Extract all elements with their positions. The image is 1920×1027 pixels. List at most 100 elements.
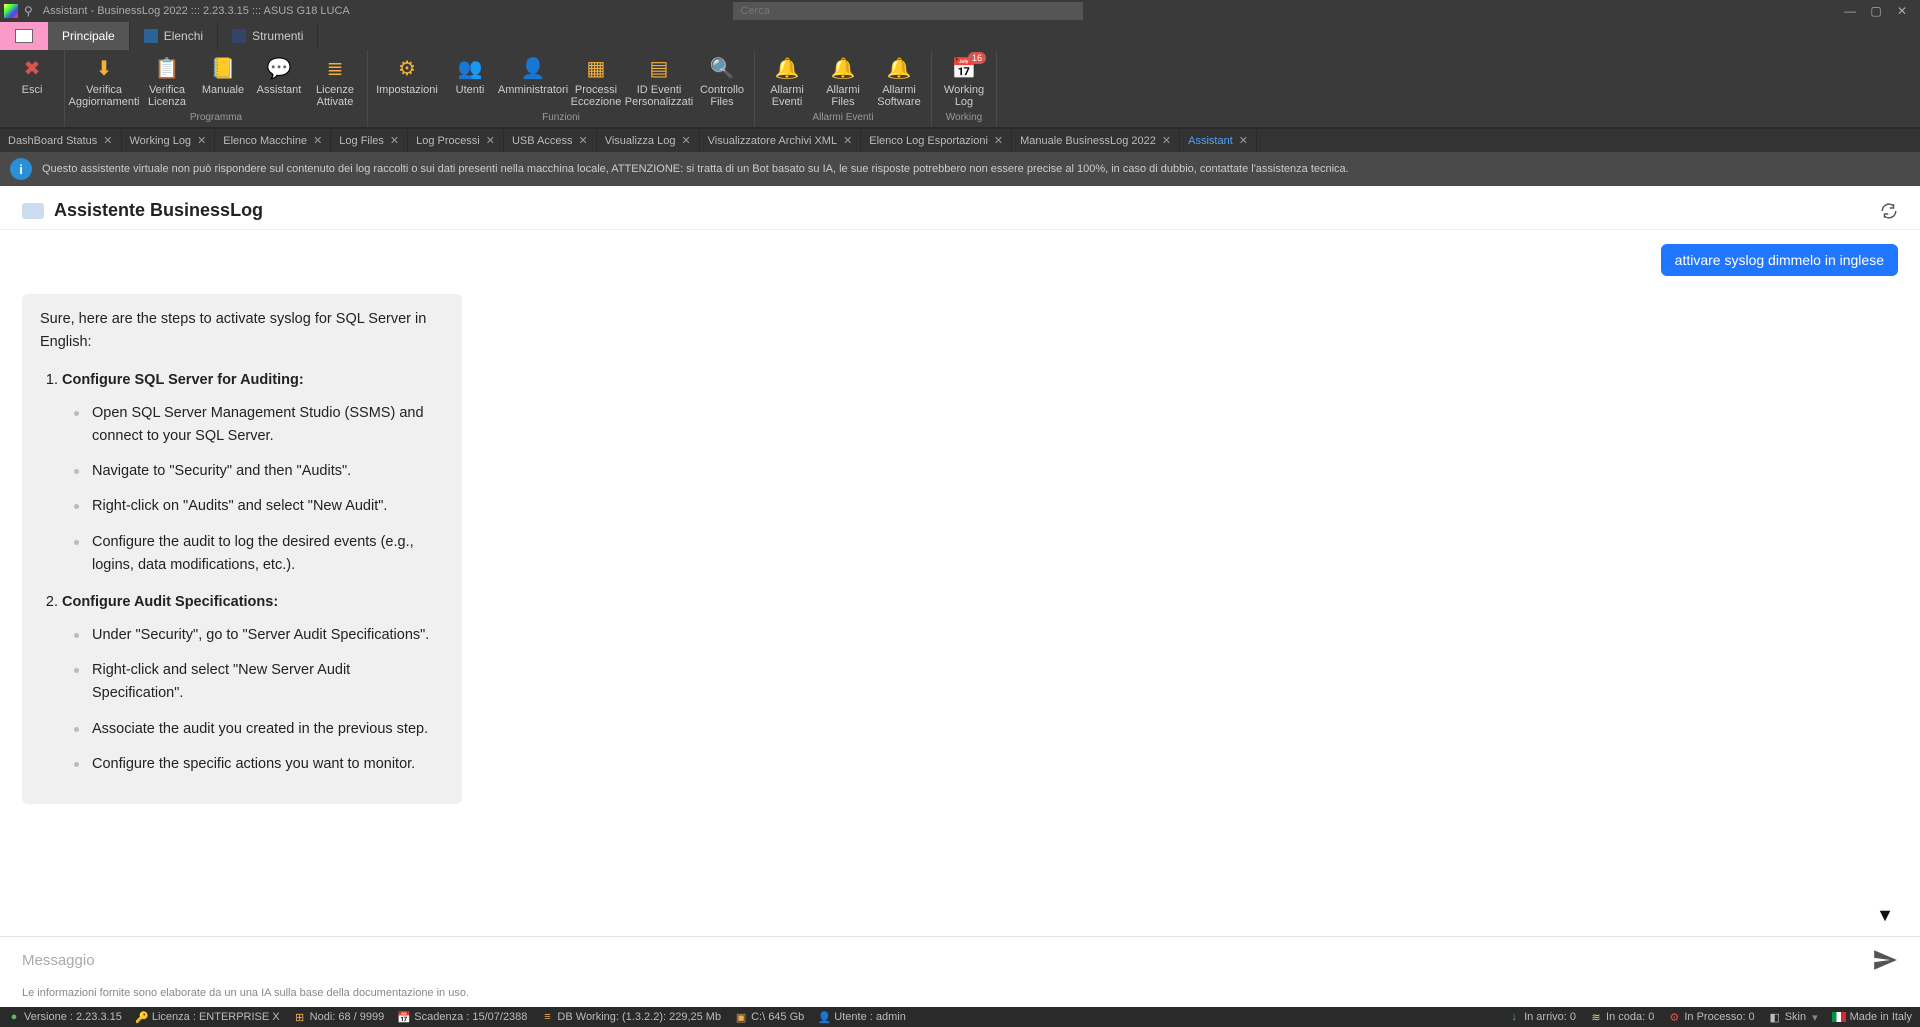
send-button[interactable] xyxy=(1872,947,1898,973)
ribbon-item-working-log[interactable]: 16 📅 Working Log xyxy=(936,52,992,110)
doc-tab[interactable]: Assistant ✕ xyxy=(1180,129,1257,152)
status-skin[interactable]: ◧Skin▾ xyxy=(1769,1011,1818,1024)
bell-file-icon: 🔔 xyxy=(830,56,856,80)
status-disk: ▣C:\ 645 Gb xyxy=(735,1011,804,1023)
ribbon-item-allarmi-eventi[interactable]: 🔔 Allarmi Eventi xyxy=(759,52,815,110)
chat-body[interactable]: attivare syslog dimmelo in inglese Sure,… xyxy=(0,230,1920,936)
bot-bullet: Associate the audit you created in the p… xyxy=(80,718,444,741)
ribbon-group-label: Funzioni xyxy=(542,110,580,125)
ribbon-item-utenti[interactable]: 👥 Utenti xyxy=(442,52,498,110)
chat-icon: 💬 xyxy=(266,56,292,80)
ribbon-item-label: ID Eventi Personalizzati xyxy=(625,84,693,108)
doc-tab-label: DashBoard Status xyxy=(8,135,97,147)
download-icon: ⬇ xyxy=(91,56,117,80)
doc-tab[interactable]: Working Log✕ xyxy=(122,129,216,152)
ribbon-item-label: Allarmi Eventi xyxy=(761,84,813,108)
status-utente: 👤Utente : admin xyxy=(818,1011,906,1023)
assistant-pane: Assistente BusinessLog attivare syslog d… xyxy=(0,186,1920,1007)
close-tab-icon[interactable]: ✕ xyxy=(578,134,587,147)
ribbon-group-label: Working xyxy=(946,110,983,125)
doc-tab[interactable]: Log Processi ✕ xyxy=(408,129,504,152)
ribbon-item-label: Manuale xyxy=(202,84,244,96)
bot-bullet: Right-click and select "New Server Audit… xyxy=(80,659,444,705)
chat-header: Assistente BusinessLog xyxy=(0,186,1920,230)
doc-tab[interactable]: Visualizza Log✕ xyxy=(597,129,700,152)
close-tab-icon[interactable]: ✕ xyxy=(313,134,322,147)
ribbon-item-allarmi-files[interactable]: 🔔 Allarmi Files xyxy=(815,52,871,110)
maximize-button[interactable]: ▢ xyxy=(1868,3,1884,19)
menu-tab-elenchi[interactable]: Elenchi xyxy=(130,22,218,50)
global-search-input[interactable] xyxy=(733,2,1083,20)
ribbon-item-allarmi-software[interactable]: 🔔 Allarmi Software xyxy=(871,52,927,110)
close-tab-icon[interactable]: ✕ xyxy=(103,134,112,147)
ribbon-item-verifica-aggiornamenti[interactable]: ⬇ Verifica Aggiornamenti xyxy=(69,52,139,110)
menu-tab-principale[interactable]: Principale xyxy=(48,22,130,50)
close-tab-icon[interactable]: ✕ xyxy=(486,134,495,147)
disk-icon: ▣ xyxy=(735,1011,747,1023)
gear-icon: ⚙ xyxy=(394,56,420,80)
doc-tab[interactable]: USB Access✕ xyxy=(504,129,597,152)
doc-tab-label: Assistant xyxy=(1188,135,1233,147)
ribbon-item-impostazioni[interactable]: ⚙ Impostazioni xyxy=(372,52,442,110)
ribbon-group-working: 16 📅 Working Log Working xyxy=(932,50,997,127)
ribbon-item-label: Verifica Licenza xyxy=(141,84,193,108)
ribbon-item-label: Verifica Aggiornamenti xyxy=(69,84,140,108)
close-tab-icon[interactable]: ✕ xyxy=(197,134,206,147)
ribbon-item-amministratori[interactable]: 👤 Amministratori xyxy=(498,52,568,110)
ribbon-item-verifica-licenza[interactable]: 📋 Verifica Licenza xyxy=(139,52,195,110)
close-tab-icon[interactable]: ✕ xyxy=(843,134,852,147)
ribbon-item-esci[interactable]: ✖ Esci xyxy=(4,52,60,98)
doc-tab[interactable]: Visualizzatore Archivi XML✕ xyxy=(700,129,862,152)
scroll-to-bottom-button[interactable]: ▼ xyxy=(1872,902,1898,928)
database-icon: ≡ xyxy=(541,1011,553,1023)
close-tab-icon[interactable]: ✕ xyxy=(1162,134,1171,147)
ribbon-item-controllo-files[interactable]: 🔍 Controllo Files xyxy=(694,52,750,110)
status-licenza: 🔑Licenza : ENTERPRISE X xyxy=(136,1011,280,1023)
pin-icon[interactable]: ⚲ xyxy=(24,4,33,18)
info-banner: i Questo assistente virtuale non può ris… xyxy=(0,152,1920,186)
bot-bullet: Under "Security", go to "Server Audit Sp… xyxy=(80,624,444,647)
bot-section-title: Configure SQL Server for Auditing: xyxy=(62,372,304,388)
ribbon-item-label: Assistant xyxy=(257,84,302,96)
ribbon-item-manuale[interactable]: 📒 Manuale xyxy=(195,52,251,110)
title-bar: ⚲ Assistant - BusinessLog 2022 ::: 2.23.… xyxy=(0,0,1920,22)
user-message: attivare syslog dimmelo in inglese xyxy=(1661,244,1898,276)
chevron-down-icon: ▾ xyxy=(1812,1011,1818,1024)
close-window-button[interactable]: ✕ xyxy=(1894,3,1910,19)
close-tab-icon[interactable]: ✕ xyxy=(994,134,1003,147)
ribbon-item-label: Esci xyxy=(22,84,43,96)
ribbon-group-programma: ⬇ Verifica Aggiornamenti 📋 Verifica Lice… xyxy=(65,50,368,127)
close-tab-icon[interactable]: ✕ xyxy=(1239,134,1248,147)
doc-tab[interactable]: DashBoard Status ✕ xyxy=(0,129,122,152)
ribbon-item-licenze-attivate[interactable]: ≣ Licenze Attivate xyxy=(307,52,363,110)
doc-tab[interactable]: Manuale BusinessLog 2022✕ xyxy=(1012,129,1180,152)
ribbon-item-id-eventi[interactable]: ▤ ID Eventi Personalizzati xyxy=(624,52,694,110)
close-tab-icon[interactable]: ✕ xyxy=(681,134,690,147)
close-tab-icon[interactable]: ✕ xyxy=(390,134,399,147)
menu-tab-label: Strumenti xyxy=(252,29,303,43)
ribbon-item-label: Impostazioni xyxy=(376,84,438,96)
doc-tab[interactable]: Elenco Macchine✕ xyxy=(215,129,331,152)
home-button[interactable] xyxy=(0,22,48,50)
refresh-button[interactable] xyxy=(1880,202,1898,220)
info-banner-text: Questo assistente virtuale non può rispo… xyxy=(42,163,1349,175)
events-icon: ▤ xyxy=(646,56,672,80)
license-icon: 📋 xyxy=(154,56,180,80)
status-bar: ●Versione : 2.23.3.15 🔑Licenza : ENTERPR… xyxy=(0,1007,1920,1027)
chat-input[interactable] xyxy=(22,952,1862,969)
doc-tab[interactable]: Elenco Log Esportazioni✕ xyxy=(861,129,1012,152)
app-icon xyxy=(4,4,18,18)
doc-tab[interactable]: Log Files✕ xyxy=(331,129,408,152)
assistant-logo-icon xyxy=(22,203,44,219)
bell-icon: 🔔 xyxy=(774,56,800,80)
bot-bullet: Navigate to "Security" and then "Audits"… xyxy=(80,460,444,483)
ribbon-item-assistant[interactable]: 💬 Assistant xyxy=(251,52,307,110)
bot-section: Configure SQL Server for Auditing:Open S… xyxy=(62,369,444,577)
ribbon-item-processi-eccezione[interactable]: ▦ Processi Eccezione xyxy=(568,52,624,110)
tools-icon xyxy=(232,29,246,43)
minimize-button[interactable]: — xyxy=(1842,3,1858,19)
doc-tab-label: Log Processi xyxy=(416,135,480,147)
users-icon: 👥 xyxy=(457,56,483,80)
menu-tab-strumenti[interactable]: Strumenti xyxy=(218,22,318,50)
skin-icon: ◧ xyxy=(1769,1011,1781,1023)
